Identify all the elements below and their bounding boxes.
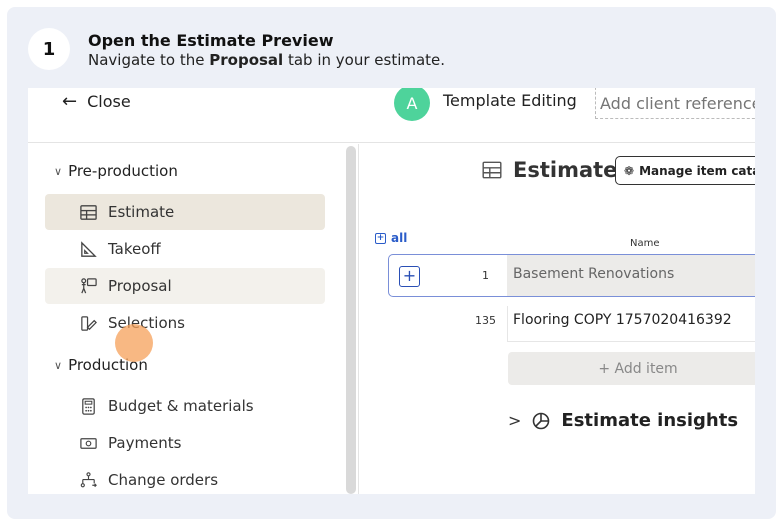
selections-icon [81,315,97,331]
step-desc-bold: Proposal [209,51,284,69]
all-label: all [391,231,408,245]
column-header-name: Name [630,238,660,249]
sidebar-item-takeoff[interactable]: Takeoff [45,231,325,267]
table-icon [482,161,502,179]
row-number: 135 [475,314,496,327]
proposal-icon [81,277,97,293]
sidebar: ∨ Pre-production Estimate Takeoff Propos… [28,144,346,494]
client-reference-input[interactable] [595,88,755,119]
page-title: Estimate [513,158,618,182]
avatar[interactable]: A [394,88,430,121]
step-title: Open the Estimate Preview [88,31,334,50]
step-desc-suffix: tab in your estimate. [283,51,446,69]
step-number: 1 [28,28,70,70]
plus-icon: + [375,232,386,244]
manage-item-catalog-button[interactable]: ❁ Manage item catalog [615,156,755,185]
sidebar-item-budget[interactable]: Budget & materials [45,388,325,424]
step-description: Navigate to the Proposal tab in your est… [88,51,445,69]
sidebar-item-selections[interactable]: Selections [45,305,325,341]
expand-all-toggle[interactable]: + all [375,231,407,245]
insights-label: Estimate insights [561,410,739,431]
step-desc-prefix: Navigate to the [88,51,210,69]
ruler-icon [81,240,97,257]
arrow-left-icon: ← [62,91,78,112]
close-label: Close [87,92,131,111]
divider [358,144,359,494]
project-title: Template Editing [443,91,577,110]
sidebar-scrollbar[interactable] [346,146,356,494]
manage-button-label: Manage item catalog [639,163,755,178]
table-icon [80,204,97,220]
chevron-down-icon: ∨ [54,358,63,372]
table-row[interactable]: + 1 Basement Renovations [388,254,755,297]
money-icon [80,437,97,449]
top-bar: ← Close A Template Editing [28,88,755,143]
sidebar-item-label: Takeoff [108,240,161,258]
app-screenshot: ← Close A Template Editing ∨ Pre-product… [28,88,755,494]
sidebar-item-label: Proposal [108,277,172,295]
click-indicator [115,324,153,362]
sidebar-item-proposal[interactable]: Proposal [45,268,325,304]
section-label: Pre-production [68,162,178,180]
row-number: 1 [482,269,489,282]
sidebar-item-label: Budget & materials [108,397,254,415]
pie-chart-icon [533,412,550,429]
catalog-icon: ❁ [624,163,635,178]
flow-icon [80,471,97,487]
sidebar-item-payments[interactable]: Payments [45,425,325,461]
sidebar-item-label: Payments [108,434,182,452]
chevron-right-icon: > [508,411,522,430]
calculator-icon [82,397,95,415]
row-name[interactable]: Flooring COPY 1757020416392 [507,306,755,342]
sidebar-item-estimate[interactable]: Estimate [45,194,325,230]
sidebar-item-label: Estimate [108,203,175,221]
close-button[interactable]: ← Close [62,91,131,112]
section-pre-production[interactable]: ∨ Pre-production [54,162,178,180]
add-row-button[interactable]: + [399,266,420,287]
sidebar-item-change-orders[interactable]: Change orders [45,462,325,494]
row-name[interactable]: Basement Renovations [507,255,755,296]
estimate-insights-toggle[interactable]: > Estimate insights [508,410,738,431]
estimate-header: Estimate [481,158,617,182]
sidebar-item-label: Change orders [108,471,219,489]
chevron-down-icon: ∨ [54,164,63,178]
add-item-button[interactable]: + Add item [508,352,755,385]
